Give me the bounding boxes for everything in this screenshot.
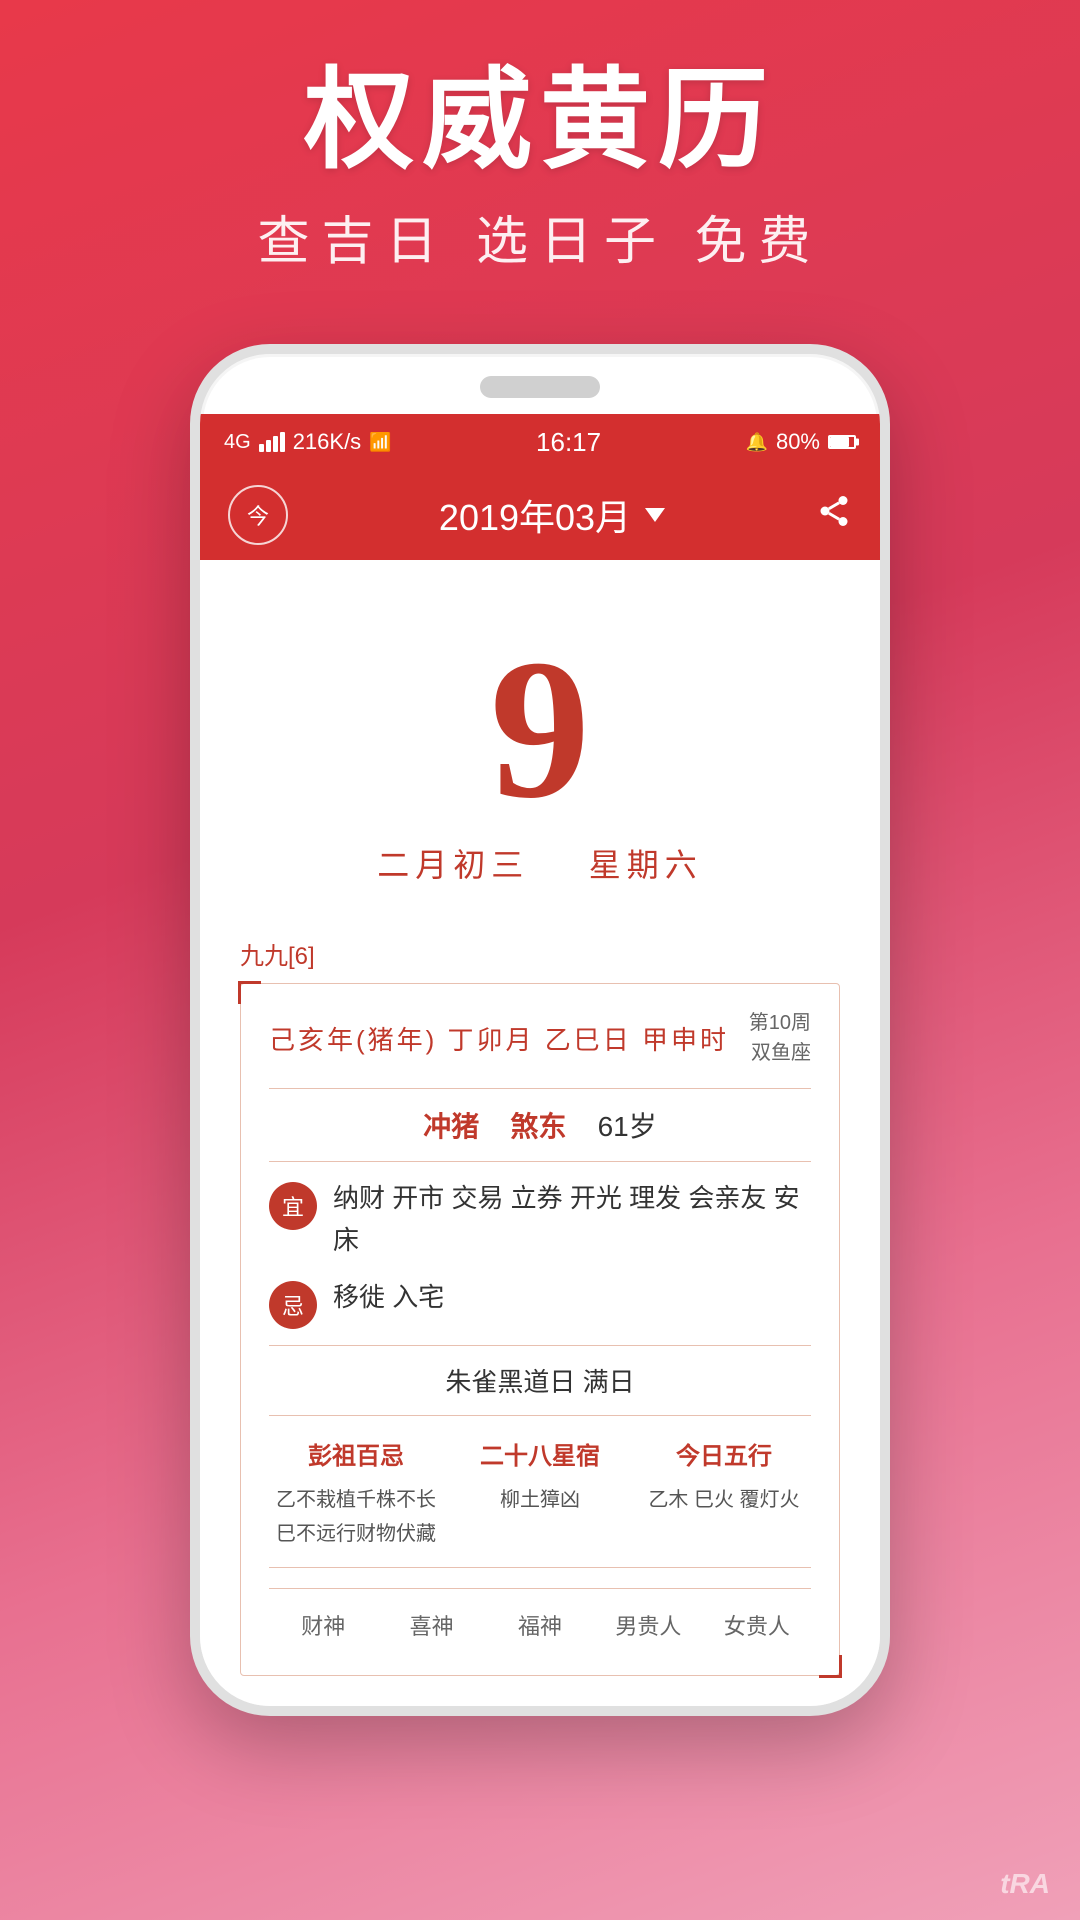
lunar-date: 二月初三 (377, 847, 529, 883)
today-button[interactable]: 今 (228, 485, 288, 545)
xingxiu-title: 二十八星宿 (453, 1436, 627, 1471)
lunar-date-weekday: 二月初三 星期六 (240, 840, 840, 886)
ji-content: 移徙 入宅 (333, 1277, 811, 1319)
calendar-content: 9 二月初三 星期六 九九[6] 己亥年(猪年) 丁卯月 乙巳日 甲申时 第10… (200, 560, 880, 1706)
chong-row: 冲猪 煞东 61岁 (269, 1105, 811, 1145)
battery-percent: 80% (776, 429, 820, 455)
today-label: 今 (247, 499, 269, 531)
god-xishen: 喜神 (377, 1609, 485, 1641)
month-label: 2019年03月 (439, 489, 631, 541)
age-text: 61岁 (598, 1111, 657, 1142)
big-date-area: 9 二月初三 星期六 (240, 590, 840, 906)
big-day-number: 9 (240, 630, 840, 830)
yi-badge: 宜 (269, 1182, 317, 1230)
share-button[interactable] (816, 493, 852, 537)
col-pengzu: 彭祖百忌 乙不栽植千株不长 巳不远行财物伏藏 (269, 1436, 443, 1551)
pengzu-body: 乙不栽植千株不长 巳不远行财物伏藏 (269, 1483, 443, 1551)
divider-1 (269, 1088, 811, 1089)
god-nan-guiren: 男贵人 (594, 1609, 702, 1641)
nine-nine-badge: 九九[6] (240, 936, 840, 971)
ganzhi-row: 己亥年(猪年) 丁卯月 乙巳日 甲申时 第10周 双鱼座 (269, 1008, 811, 1068)
phone-wrapper: 4G 216K/s 📶 16:17 🔔 80% (0, 344, 1080, 1716)
xingxiu-body: 柳土獐凶 (453, 1483, 627, 1517)
dropdown-arrow-icon (645, 508, 665, 522)
pengzu-line1: 乙不栽植千株不长 (269, 1483, 443, 1517)
status-right: 🔔 80% (746, 429, 856, 455)
sha-text: 煞东 (510, 1111, 566, 1142)
app-header: 今 2019年03月 (200, 470, 880, 560)
footer-gods: 财神 喜神 福神 男贵人 女贵人 (269, 1588, 811, 1651)
god-fushen: 福神 (486, 1609, 594, 1641)
phone-frame: 4G 216K/s 📶 16:17 🔔 80% (190, 344, 890, 1716)
god-nv-guiren: 女贵人 (703, 1609, 811, 1641)
month-selector[interactable]: 2019年03月 (439, 489, 665, 541)
wuxing-body: 乙木 巳火 覆灯火 (637, 1483, 811, 1517)
pengzu-title: 彭祖百忌 (269, 1436, 443, 1471)
col-wuxing: 今日五行 乙木 巳火 覆灯火 (637, 1436, 811, 1551)
god-caishen: 财神 (269, 1609, 377, 1641)
status-left: 4G 216K/s 📶 (224, 429, 392, 455)
promo-title: 权威黄历 (0, 60, 1080, 181)
yi-content: 纳财 开市 交易 立券 开光 理发 会亲友 安床 (333, 1178, 811, 1261)
black-day-row: 朱雀黑道日 满日 (269, 1362, 811, 1399)
pengzu-line2: 巳不远行财物伏藏 (269, 1517, 443, 1551)
battery-icon (828, 435, 856, 449)
week-zodiac: 第10周 双鱼座 (749, 1008, 811, 1068)
promo-subtitle: 查吉日 选日子 免费 (0, 199, 1080, 274)
status-bar: 4G 216K/s 📶 16:17 🔔 80% (200, 414, 880, 470)
three-cols: 彭祖百忌 乙不栽植千株不长 巳不远行财物伏藏 二十八星宿 柳土獐凶 今日五行 乙… (269, 1436, 811, 1551)
watermark: tRA (1000, 1868, 1050, 1900)
divider-3 (269, 1345, 811, 1346)
divider-4 (269, 1415, 811, 1416)
ji-row: 忌 移徙 入宅 (269, 1277, 811, 1329)
col-xingxiu: 二十八星宿 柳土獐凶 (453, 1436, 627, 1551)
yi-row: 宜 纳财 开市 交易 立券 开光 理发 会亲友 安床 (269, 1178, 811, 1261)
signal-label: 4G (224, 431, 251, 454)
zodiac: 双鱼座 (749, 1038, 811, 1068)
promo-section: 权威黄历 查吉日 选日子 免费 (0, 0, 1080, 314)
divider-2 (269, 1161, 811, 1162)
ji-badge: 忌 (269, 1281, 317, 1329)
weekday: 星期六 (589, 847, 703, 883)
wifi-icon: 📶 (369, 432, 391, 453)
ganzhi-text: 己亥年(猪年) 丁卯月 乙巳日 甲申时 (269, 1020, 729, 1057)
speed-label: 216K/s (293, 429, 362, 455)
divider-5 (269, 1567, 811, 1568)
detail-card: 己亥年(猪年) 丁卯月 乙巳日 甲申时 第10周 双鱼座 冲猪 煞东 61岁 (240, 983, 840, 1676)
chong-text: 冲猪 (423, 1111, 479, 1142)
status-time: 16:17 (536, 427, 601, 458)
alarm-icon: 🔔 (746, 432, 768, 453)
wuxing-title: 今日五行 (637, 1436, 811, 1471)
week-num: 第10周 (749, 1008, 811, 1038)
signal-bars (259, 432, 285, 452)
